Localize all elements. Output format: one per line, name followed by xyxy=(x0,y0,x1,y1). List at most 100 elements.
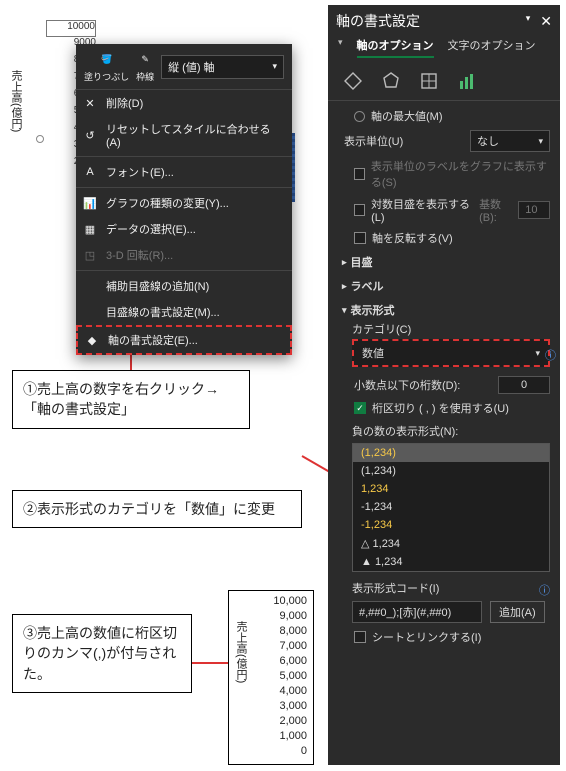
mini-toolbar: 🪣 塗りつぶし ✎ 枠線 縦 (値) 軸 ▾ xyxy=(76,44,292,90)
selection-handle[interactable] xyxy=(36,135,44,143)
label-decimals: 小数点以下の桁数(D): xyxy=(354,377,460,393)
menu-add-minor-gridlines[interactable]: 補助目盛線の追加(N) xyxy=(76,273,292,299)
effects-icon[interactable] xyxy=(380,70,402,92)
chevron-down-icon: ▾ xyxy=(535,348,540,359)
chart-type-icon: 📊 xyxy=(82,195,98,211)
annotation-2: ②表示形式のカテゴリを「数値」に変更 xyxy=(12,490,302,528)
tab-text-options[interactable]: 文字のオプション xyxy=(448,37,536,58)
chevron-down-icon: ▾ xyxy=(272,61,277,72)
result-axis: 売上高(億円) 10,000 9,000 8,000 7,000 6,000 5… xyxy=(228,590,314,765)
section-labels[interactable]: ▸ラベル xyxy=(338,273,550,297)
menu-select-data[interactable]: ▦ データの選択(E)... xyxy=(76,216,292,242)
input-decimals[interactable]: 0 xyxy=(498,376,550,394)
menu-3d-rotation: ◳3-D 回転(R)... xyxy=(76,242,292,268)
pane-body: 軸の最大値(M) 表示単位(U) なし ▾ 表示単位のラベルをグラフに表示する(… xyxy=(328,101,560,658)
annotation-1: ①売上高の数字を右クリック→「軸の書式設定」 xyxy=(12,370,250,429)
format-icon: ◆ xyxy=(84,332,100,348)
menu-label: 軸の書式設定(E)... xyxy=(108,332,198,348)
section-label: 目盛 xyxy=(351,254,373,270)
connector-line xyxy=(192,662,228,664)
label-link-source: シートとリンクする(I) xyxy=(372,629,481,645)
menu-format-gridlines[interactable]: 目盛線の書式設定(M)... xyxy=(76,299,292,325)
menu-label: 補助目盛線の追加(N) xyxy=(106,278,209,294)
checkbox-reverse-axis[interactable] xyxy=(354,232,366,244)
row-log-scale: 対数目盛を表示する(L) 基数(B): 10 xyxy=(338,193,550,227)
menu-change-chart-type[interactable]: 📊グラフの種類の変更(Y)... xyxy=(76,190,292,216)
menu-label: 削除(D) xyxy=(106,95,143,111)
tab-axis-options[interactable]: 軸のオプション xyxy=(357,37,434,58)
pane-title: 軸の書式設定 xyxy=(336,11,420,31)
select-category[interactable]: 数値 ▾ xyxy=(352,339,550,367)
result-tick: 10,000 xyxy=(229,595,307,610)
menu-delete[interactable]: ✕ 削除(D) xyxy=(76,90,292,116)
chevron-down-icon: ▾ xyxy=(538,136,543,147)
add-format-button[interactable]: 追加(A) xyxy=(490,601,545,623)
result-tick: 4,000 xyxy=(229,685,307,700)
menu-format-axis[interactable]: ◆ 軸の書式設定(E)... xyxy=(76,325,292,355)
fill-line-icon[interactable] xyxy=(342,70,364,92)
list-item[interactable]: -1,234 xyxy=(353,516,549,534)
menu-label: データの選択(E)... xyxy=(106,221,196,237)
label-format-code: 表示形式コード(I) xyxy=(338,578,550,598)
bucket-icon: 🪣 xyxy=(97,50,117,68)
annotation-3: ③売上高の数値に桁区切りのカンマ(,)が付与された。 xyxy=(12,614,192,693)
select-data-icon: ▦ xyxy=(82,221,98,237)
radio-axis-max[interactable] xyxy=(354,111,365,122)
input-format-code[interactable]: #,##0_);[赤](#,##0) xyxy=(352,601,482,623)
menu-font[interactable]: Aフォント(E)... xyxy=(76,159,292,185)
list-item[interactable]: (1,234) xyxy=(353,444,549,462)
list-item[interactable]: (1,234) xyxy=(353,462,549,480)
info-icon[interactable]: ⓘ xyxy=(545,347,556,363)
checkbox-show-unit-label xyxy=(354,168,365,180)
outline-tool[interactable]: ✎ 枠線 xyxy=(135,50,155,83)
section-tick-marks[interactable]: ▸目盛 xyxy=(338,249,550,273)
outline-label: 枠線 xyxy=(136,70,154,83)
checkbox-link-source[interactable] xyxy=(354,631,366,643)
y-axis-label: 売上高(億円) xyxy=(8,70,24,132)
delete-icon: ✕ xyxy=(82,95,98,111)
select-value: なし xyxy=(477,133,499,149)
menu-reset-style[interactable]: ↺リセットしてスタイルに合わせる(A) xyxy=(76,116,292,154)
list-item[interactable]: ▲ 1,234 xyxy=(353,553,549,571)
label-reverse-axis: 軸を反転する(V) xyxy=(372,230,453,246)
row-decimals: 小数点以下の桁数(D): 0 xyxy=(338,373,550,397)
axis-options-icon[interactable] xyxy=(456,70,478,92)
section-label: 表示形式 xyxy=(351,302,395,318)
close-icon[interactable]: ✕ xyxy=(540,13,552,30)
label-log-scale: 対数目盛を表示する(L) xyxy=(371,196,473,224)
label-thousand-sep: 桁区切り ( , ) を使用する(U) xyxy=(372,400,509,416)
label-log-base: 基数(B): xyxy=(479,196,514,224)
label-display-unit: 表示単位(U) xyxy=(344,133,403,149)
list-item[interactable]: △ 1,234 xyxy=(353,534,549,553)
label-show-unit-label: 表示単位のラベルをグラフに表示する(S) xyxy=(371,158,550,190)
chevron-down-icon: ▾ xyxy=(338,37,343,58)
format-axis-pane: 軸の書式設定 ▾ ✕ ▾ 軸のオプション 文字のオプション 軸の最大値(M) 表… xyxy=(328,5,560,765)
pane-tabs: ▾ 軸のオプション 文字のオプション xyxy=(328,37,560,62)
context-menu: 🪣 塗りつぶし ✎ 枠線 縦 (値) 軸 ▾ ✕ 削除(D) ↺リセットしてスタイ… xyxy=(76,44,292,355)
menu-label: フォント(E)... xyxy=(106,164,174,180)
pane-title-bar: 軸の書式設定 ▾ ✕ xyxy=(328,5,560,37)
checkbox-thousand-sep[interactable]: ✓ xyxy=(354,402,366,414)
chevron-down-icon[interactable]: ▾ xyxy=(526,13,531,30)
annotation-text: ②表示形式のカテゴリを「数値」に変更 xyxy=(23,501,275,517)
row-link-source: シートとリンクする(I) xyxy=(338,626,550,648)
axis-selector[interactable]: 縦 (値) 軸 ▾ xyxy=(161,55,284,79)
result-tick: 1,000 xyxy=(229,730,307,745)
pane-icon-tabs xyxy=(328,62,560,101)
chevron-right-icon: ▸ xyxy=(342,281,347,292)
list-negative-formats[interactable]: (1,234) (1,234) 1,234 -1,234 -1,234 △ 1,… xyxy=(352,443,550,572)
menu-label: 目盛線の書式設定(M)... xyxy=(106,304,220,320)
row-display-unit: 表示単位(U) なし ▾ xyxy=(338,127,550,155)
input-log-base: 10 xyxy=(518,201,550,219)
info-icon[interactable]: ⓘ xyxy=(539,582,550,598)
row-reverse-axis: 軸を反転する(V) xyxy=(338,227,550,249)
fill-tool[interactable]: 🪣 塗りつぶし xyxy=(84,50,129,83)
list-item[interactable]: -1,234 xyxy=(353,498,549,516)
row-thousand-sep: ✓ 桁区切り ( , ) を使用する(U) xyxy=(338,397,550,419)
row-show-unit-label: 表示単位のラベルをグラフに表示する(S) xyxy=(338,155,550,193)
list-item[interactable]: 1,234 xyxy=(353,480,549,498)
section-number-format[interactable]: ▾表示形式 xyxy=(338,297,550,321)
size-icon[interactable] xyxy=(418,70,440,92)
select-display-unit[interactable]: なし ▾ xyxy=(470,130,550,152)
checkbox-log-scale[interactable] xyxy=(354,204,365,216)
